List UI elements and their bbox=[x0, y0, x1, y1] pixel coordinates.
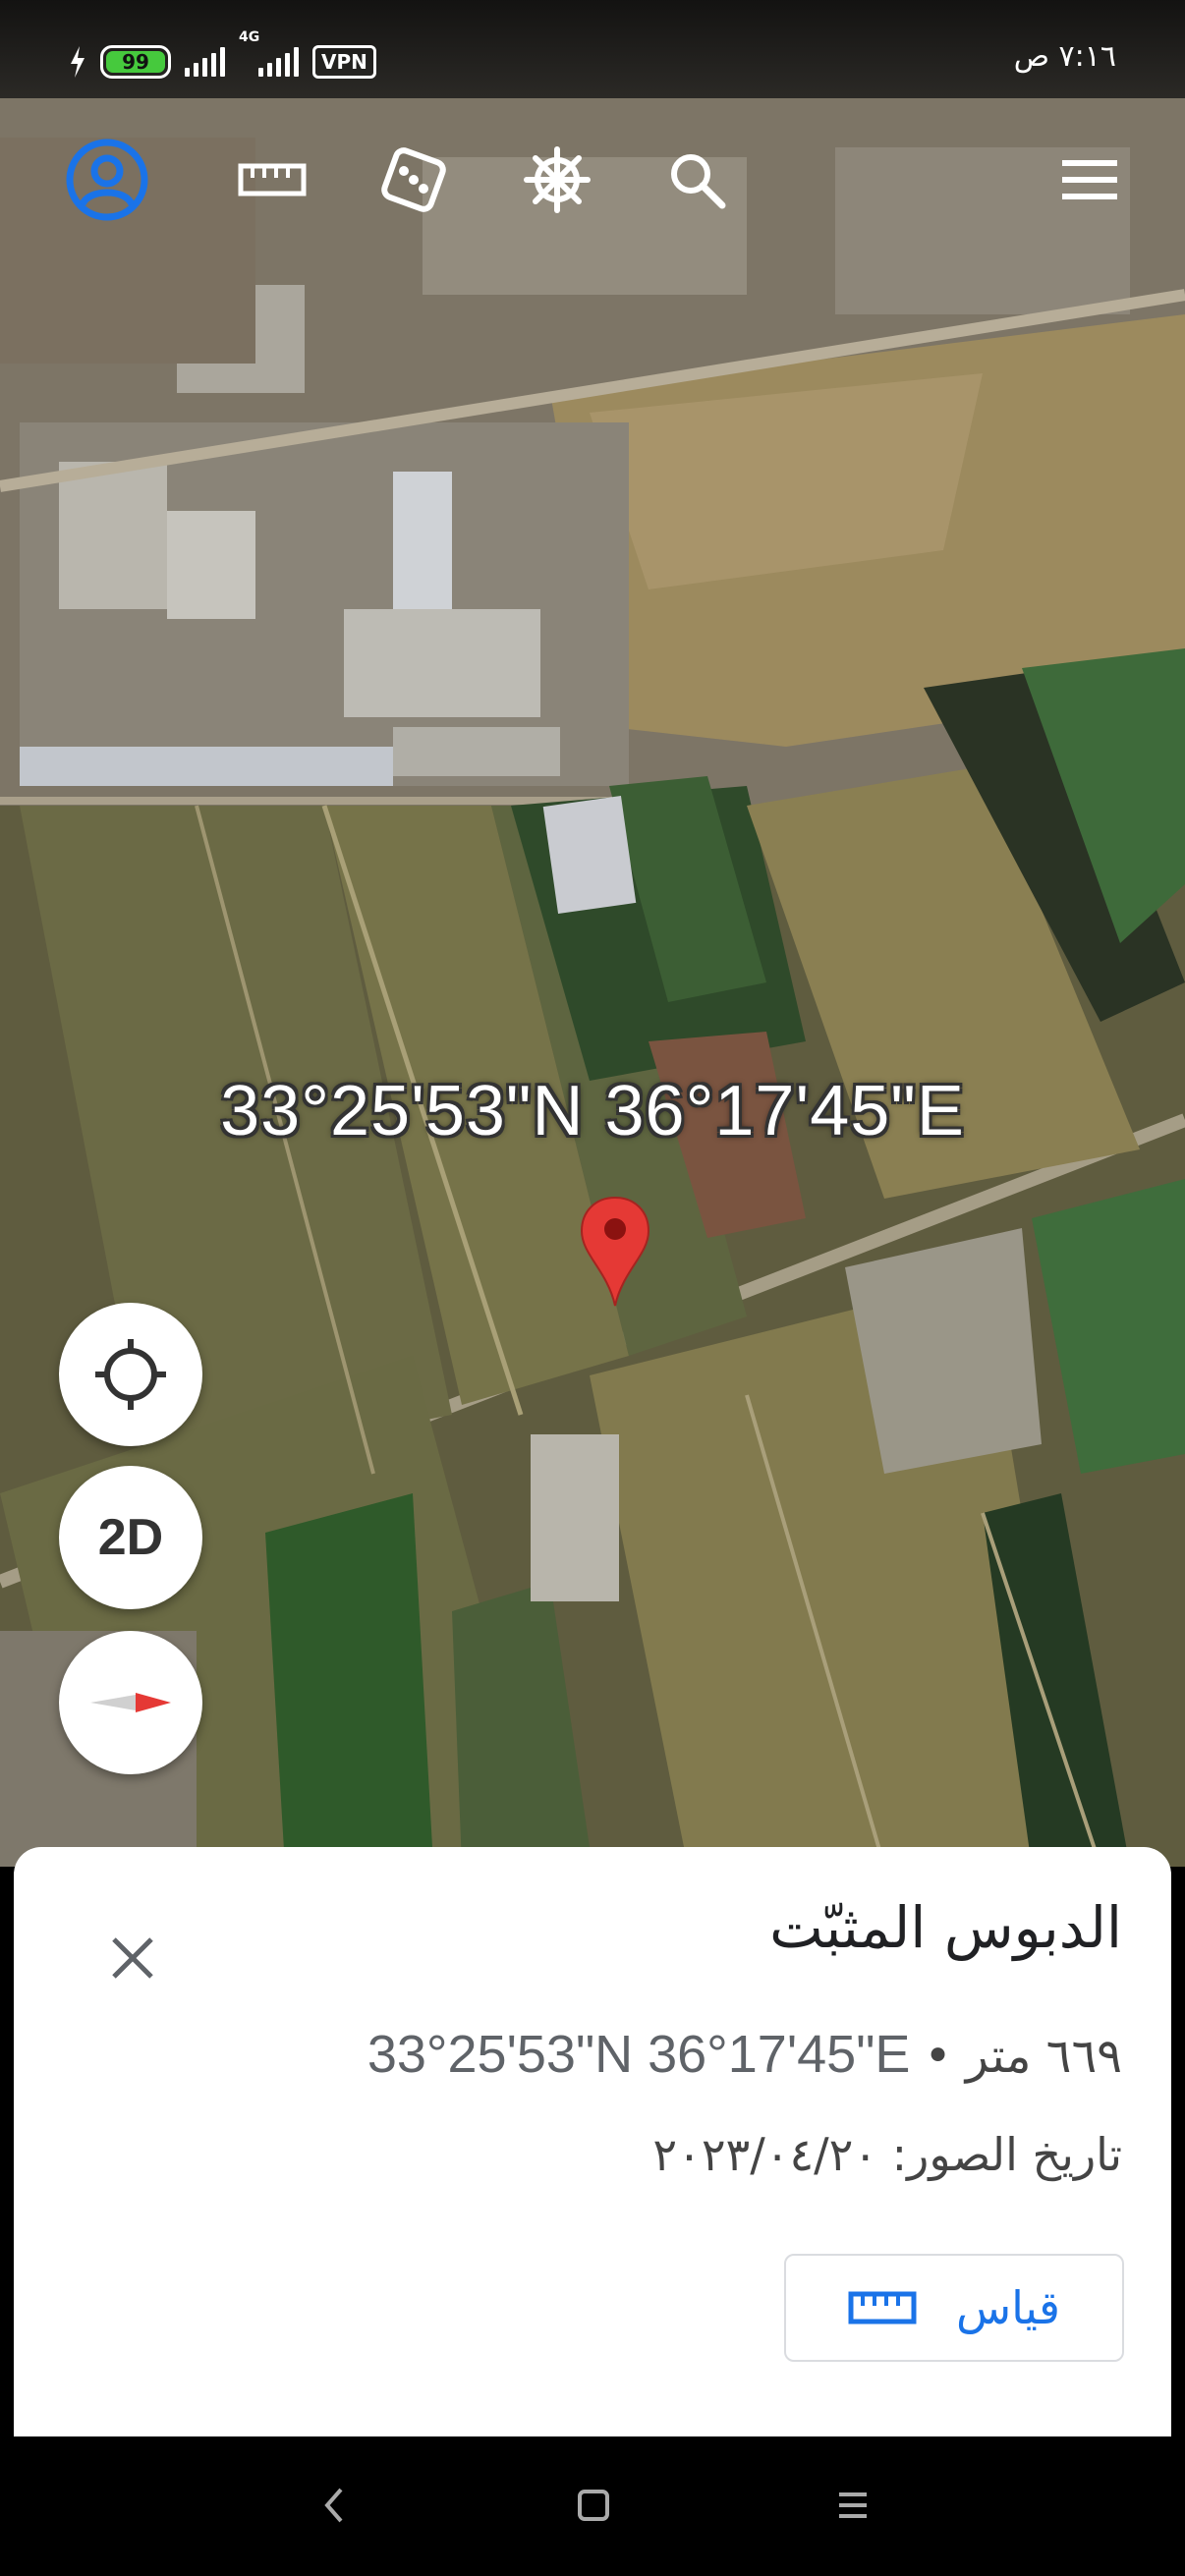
dice-icon bbox=[381, 147, 446, 212]
view-mode-toggle[interactable]: 2D bbox=[59, 1466, 202, 1609]
profile-button[interactable] bbox=[53, 126, 161, 234]
system-nav-bar bbox=[0, 2436, 1185, 2576]
menu-icon bbox=[1062, 160, 1117, 199]
feeling-lucky-button[interactable] bbox=[360, 126, 468, 234]
home-button[interactable] bbox=[554, 2466, 633, 2545]
back-icon bbox=[324, 2488, 343, 2523]
map-coordinates-label: 33°25'53"N 36°17'45"E bbox=[220, 1072, 965, 1150]
imagery-date: تاريخ الصور: ٢٠٢٣/٠٤/٢٠ bbox=[652, 2128, 1122, 2181]
measure-button[interactable]: قياس bbox=[784, 2254, 1124, 2362]
measure-label: قياس bbox=[955, 2281, 1061, 2334]
network-type-label: 4G bbox=[239, 29, 260, 45]
map-pin-icon[interactable] bbox=[578, 1194, 652, 1310]
close-icon bbox=[112, 1937, 153, 1979]
distance-coordinates-row: ٦٦٩ متر • 33°25'53"N 36°17'45"E bbox=[367, 2024, 1122, 2085]
battery-icon: 99 bbox=[100, 45, 171, 79]
search-button[interactable] bbox=[643, 126, 751, 234]
measure-tool-button[interactable] bbox=[218, 126, 326, 234]
back-button[interactable] bbox=[295, 2466, 373, 2545]
crosshair-icon bbox=[95, 1339, 166, 1410]
status-time: ٧:١٦ ص bbox=[1013, 39, 1116, 74]
distance-value: ٦٦٩ متر bbox=[965, 2029, 1122, 2084]
my-location-button[interactable] bbox=[59, 1303, 202, 1446]
pin-info-sheet: الدبوس المثبّت ٦٦٩ متر • 33°25'53"N 36°1… bbox=[14, 1847, 1171, 2436]
voyager-button[interactable] bbox=[503, 126, 611, 234]
status-bar: 99 4G VPN ٧:١٦ ص bbox=[0, 0, 1185, 98]
profile-icon bbox=[66, 139, 148, 221]
signal-4g-icon: 4G bbox=[239, 29, 299, 77]
close-button[interactable] bbox=[90, 1916, 175, 2000]
charging-bolt-icon bbox=[71, 46, 85, 78]
pin-coordinates: 33°25'53"N 36°17'45"E bbox=[367, 2025, 911, 2084]
recents-button[interactable] bbox=[814, 2466, 892, 2545]
ruler-icon bbox=[848, 2291, 917, 2324]
top-toolbar bbox=[0, 126, 1185, 234]
vpn-icon: VPN bbox=[312, 45, 376, 79]
compass-button[interactable] bbox=[59, 1631, 202, 1774]
separator-dot: • bbox=[924, 2029, 952, 2084]
ship-wheel-icon bbox=[524, 146, 591, 213]
home-icon bbox=[578, 2490, 609, 2521]
signal-icon bbox=[185, 47, 225, 77]
status-icons: 99 4G VPN bbox=[69, 29, 376, 86]
sheet-title: الدبوس المثبّت bbox=[769, 1894, 1122, 1961]
search-icon bbox=[671, 154, 726, 209]
menu-button[interactable] bbox=[1036, 126, 1144, 234]
ruler-icon bbox=[238, 163, 307, 196]
battery-level: 99 bbox=[106, 50, 165, 74]
recents-icon bbox=[839, 2492, 867, 2518]
compass-icon bbox=[90, 1693, 171, 1712]
